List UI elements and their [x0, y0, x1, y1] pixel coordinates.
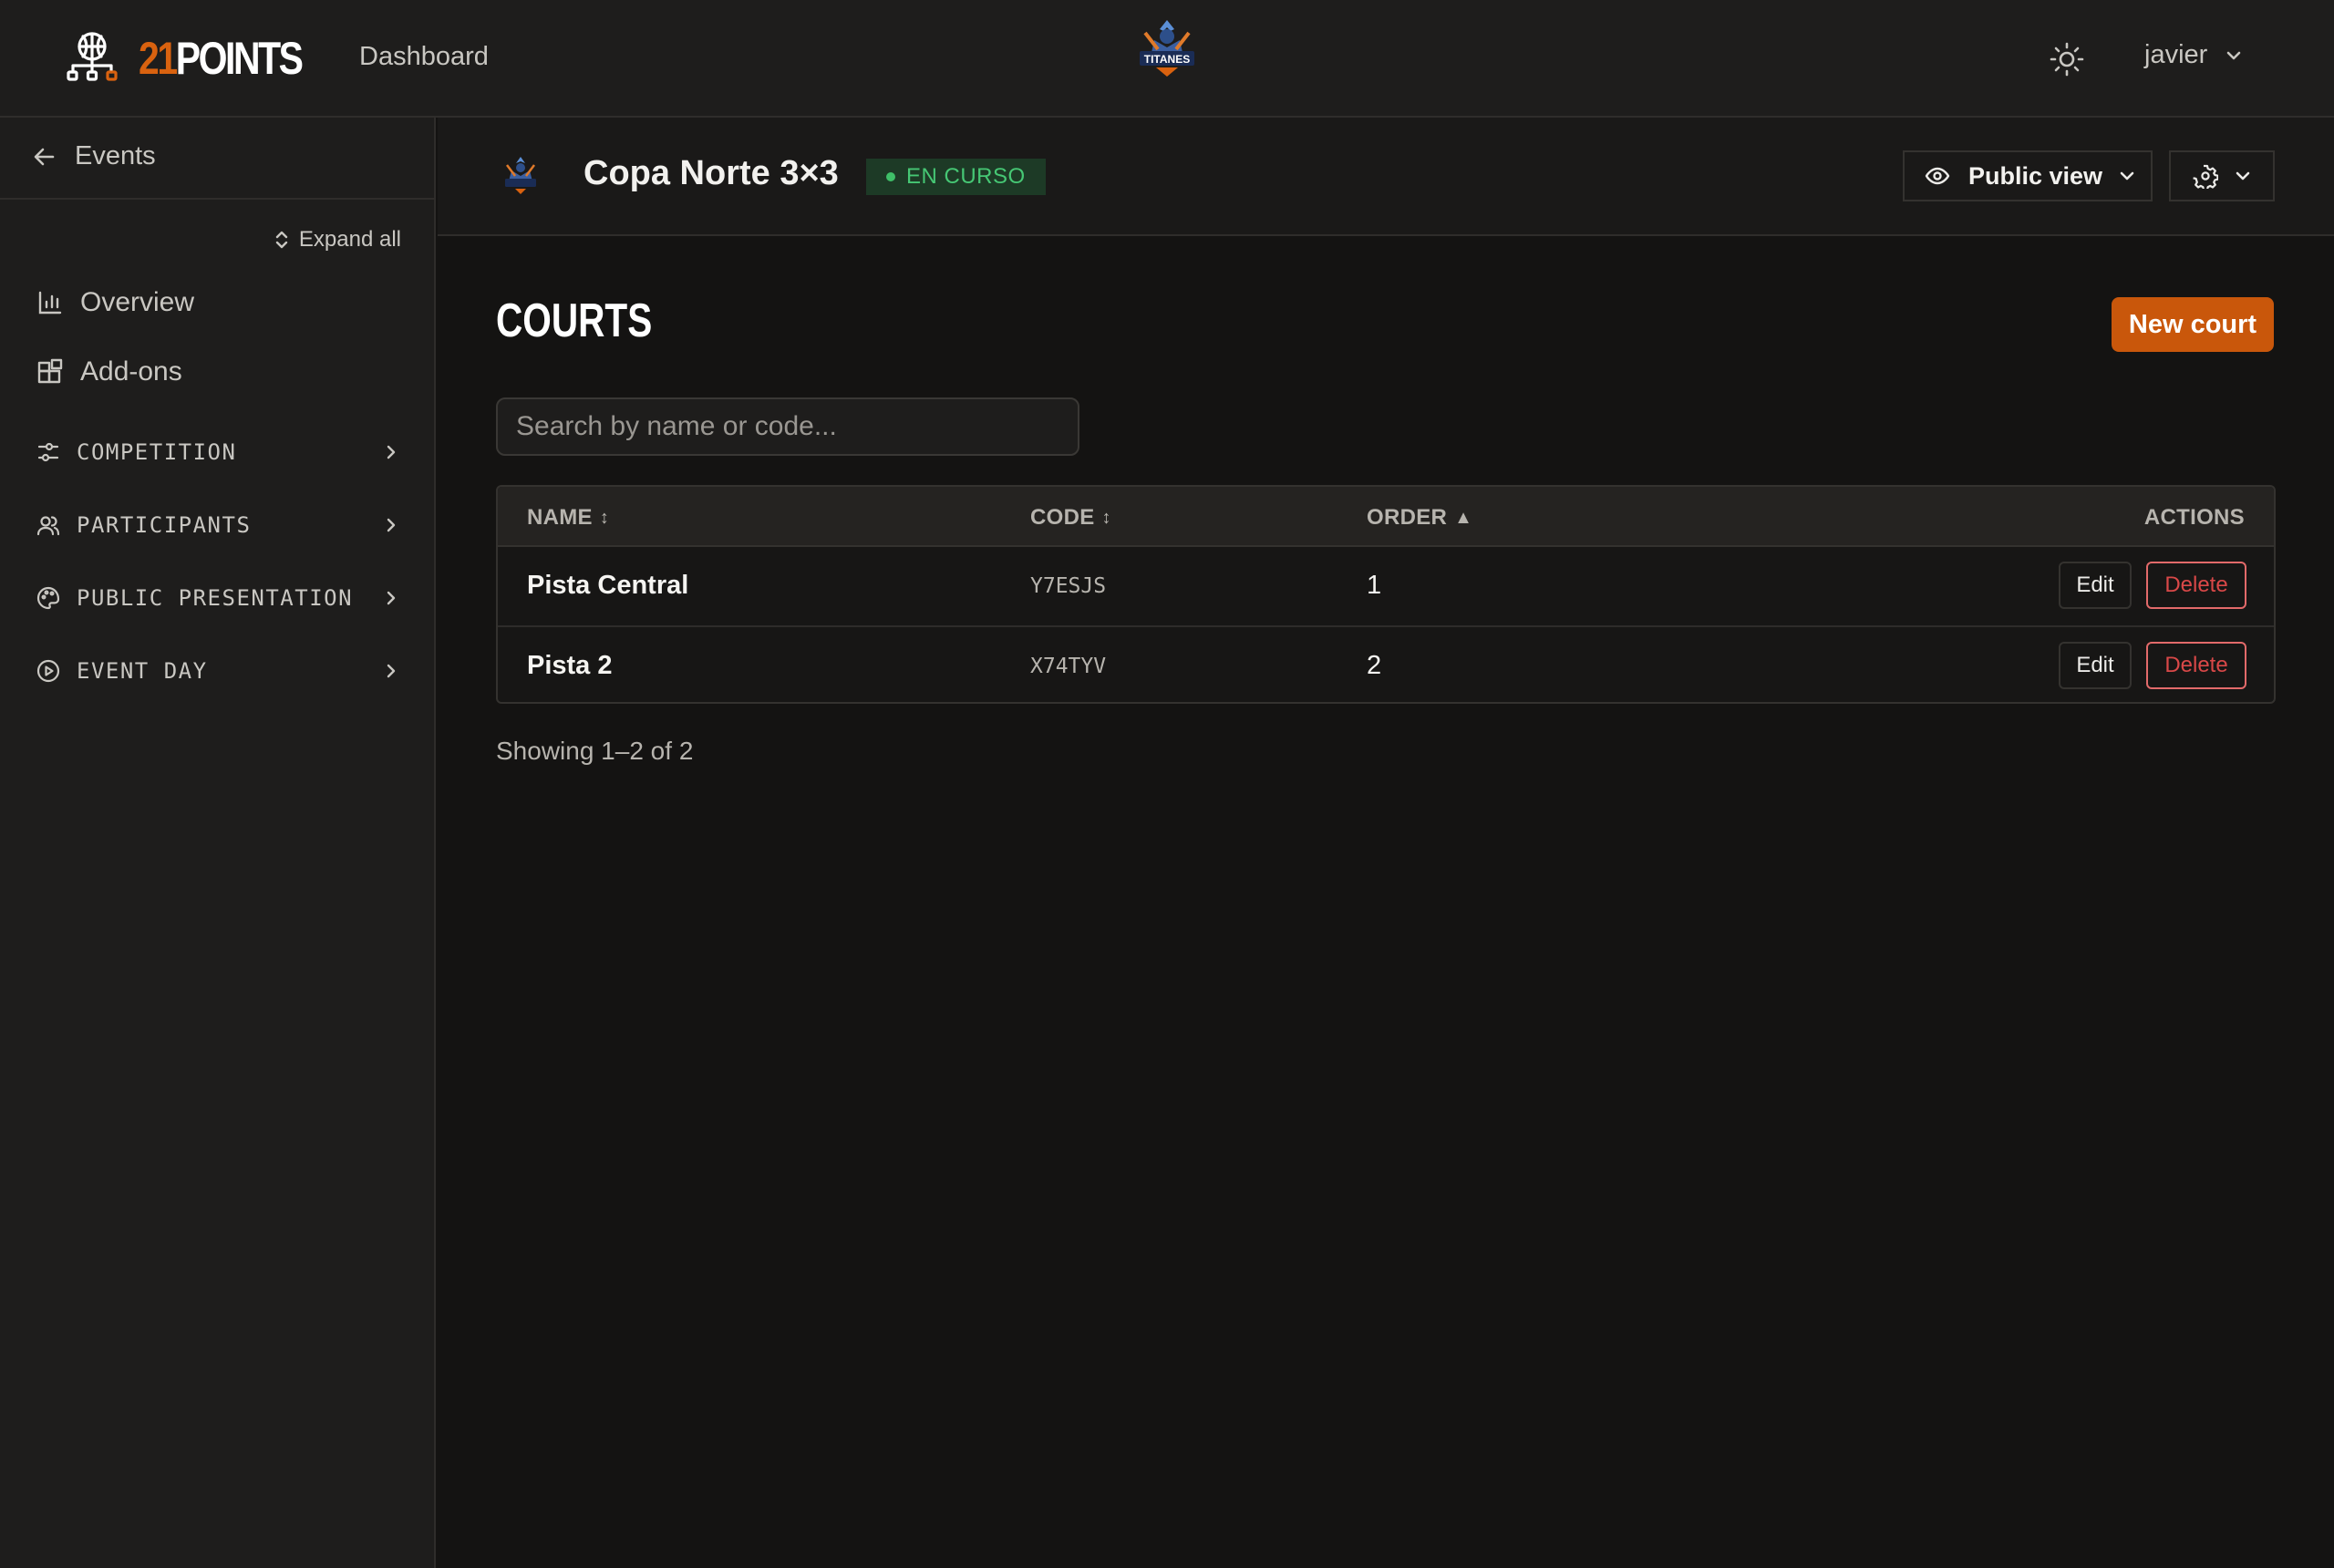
courts-table: NAME ↕ CODE ↕ ORDER ▲ ACTIONS Pista Cent… [496, 485, 2276, 704]
sidebar-section-label: PUBLIC PRESENTATION [77, 585, 354, 611]
court-code: Y7ESJS [1030, 574, 1107, 598]
court-order: 2 [1367, 651, 1382, 680]
chevron-down-icon [2227, 51, 2241, 59]
column-label: CODE [1030, 505, 1095, 530]
expand-all-button[interactable]: Expand all [274, 227, 401, 253]
palette-icon [36, 586, 60, 610]
sidebar-item-add-ons[interactable]: Add-ons [36, 356, 182, 387]
top-navbar: 21POINTS Dashboard TITANES javier [0, 0, 2334, 118]
sidebar-item-overview[interactable]: Overview [36, 287, 194, 318]
court-order: 1 [1367, 571, 1382, 600]
page-title: COURTS [496, 294, 653, 347]
column-label: ORDER [1367, 505, 1448, 530]
chevron-right-icon [387, 445, 396, 459]
table-row: Pista Central Y7ESJS 1 Edit Delete [498, 547, 2274, 625]
eye-icon [1925, 167, 1950, 185]
sidebar-section-event-day[interactable]: EVENT DAY [36, 658, 401, 684]
brand-text: POINTS [175, 33, 304, 84]
back-to-events-link[interactable]: Events [33, 141, 156, 171]
event-title: Copa Norte 3×3 [584, 154, 839, 192]
nav-dashboard-link[interactable]: Dashboard [359, 42, 489, 72]
court-name: Pista 2 [527, 651, 613, 680]
public-view-button[interactable]: Public view [1903, 150, 2153, 201]
back-label: Events [75, 141, 156, 170]
column-label: ACTIONS [2143, 505, 2245, 530]
user-menu[interactable]: javier [2144, 40, 2244, 70]
chevrons-up-down-icon [275, 231, 288, 249]
column-header-actions: ACTIONS [2144, 505, 2245, 531]
sliders-icon [37, 442, 59, 462]
brand-wordmark: 21POINTS [139, 31, 304, 86]
sort-icon: ↕ [1101, 507, 1111, 528]
sidebar: Events Expand all Overview Add-ons COMPE… [0, 118, 436, 1568]
pagination-summary: Showing 1–2 of 2 [496, 737, 694, 765]
column-label: NAME [527, 505, 593, 530]
chevron-down-icon [2120, 171, 2134, 181]
club-logo: TITANES [1140, 20, 1194, 77]
sidebar-item-label: Add-ons [80, 356, 182, 387]
chevron-down-icon [2236, 171, 2250, 181]
search-input[interactable] [496, 397, 1079, 456]
expand-all-label: Expand all [298, 227, 401, 252]
event-header: Copa Norte 3×3 EN CURSO Public view [438, 118, 2334, 236]
public-view-label: Public view [1968, 161, 2103, 190]
new-court-button[interactable]: New court [2112, 297, 2274, 352]
sun-icon[interactable] [2048, 40, 2086, 78]
court-icon [67, 32, 118, 81]
sidebar-section-label: EVENT DAY [77, 658, 208, 684]
brand-number: 21 [139, 33, 178, 84]
sidebar-item-label: Overview [80, 287, 195, 317]
event-logo [505, 157, 536, 194]
delete-button[interactable]: Delete [2146, 562, 2246, 609]
chevron-right-icon [387, 518, 396, 532]
gear-icon [2193, 164, 2218, 189]
sidebar-section-public-presentation[interactable]: PUBLIC PRESENTATION [36, 585, 401, 611]
chevron-right-icon [387, 591, 396, 605]
sidebar-section-label: COMPETITION [77, 439, 237, 465]
edit-button[interactable]: Edit [2059, 562, 2132, 609]
sidebar-section-label: PARTICIPANTS [77, 512, 252, 538]
sidebar-divider [0, 198, 434, 200]
sort-icon: ↕ [599, 507, 610, 528]
column-header-name[interactable]: NAME ↕ [527, 505, 609, 531]
sort-ascending-icon: ▲ [1454, 507, 1473, 528]
arrow-left-icon [34, 148, 55, 165]
user-name: javier [2144, 40, 2208, 69]
column-header-code[interactable]: CODE ↕ [1030, 505, 1111, 531]
blocks-icon [37, 358, 63, 384]
delete-button[interactable]: Delete [2146, 642, 2246, 689]
event-settings-button[interactable] [2169, 150, 2275, 201]
brand-logo[interactable]: 21POINTS [64, 31, 337, 86]
status-dot [886, 172, 895, 181]
bar-chart-icon [38, 291, 62, 315]
play-circle-icon [36, 659, 60, 683]
court-code: X74TYV [1030, 655, 1107, 678]
edit-button[interactable]: Edit [2059, 642, 2132, 689]
users-icon [36, 516, 60, 536]
status-badge: EN CURSO [866, 159, 1046, 195]
court-name: Pista Central [527, 571, 689, 600]
status-text: EN CURSO [906, 164, 1026, 189]
chevron-right-icon [387, 664, 396, 678]
column-header-order[interactable]: ORDER ▲ [1367, 505, 1472, 531]
table-header: NAME ↕ CODE ↕ ORDER ▲ ACTIONS [498, 487, 2274, 547]
sidebar-section-participants[interactable]: PARTICIPANTS [36, 512, 401, 538]
table-row: Pista 2 X74TYV 2 Edit Delete [498, 625, 2274, 702]
club-logo-text: TITANES [1144, 53, 1190, 66]
sidebar-section-competition[interactable]: COMPETITION [36, 439, 401, 465]
